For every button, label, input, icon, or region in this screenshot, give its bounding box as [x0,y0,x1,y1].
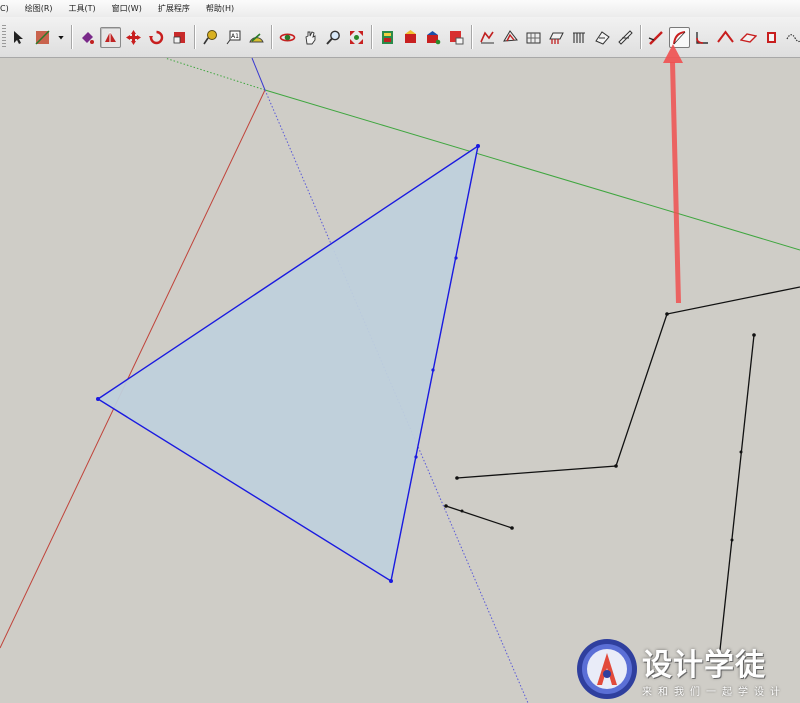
brand-watermark: 设计学徒 来和我们一起学设计 [575,637,797,701]
blue-axis [251,57,266,91]
edge-endpoint[interactable] [510,526,514,530]
edge-midpoint-marker [739,450,743,454]
edge-endpoint[interactable] [614,464,618,468]
edge-endpoint[interactable] [455,476,459,480]
edge-endpoint[interactable] [752,333,756,337]
green-axis [264,89,800,251]
edge-short[interactable] [445,505,513,529]
edge-endpoint[interactable] [665,312,669,316]
edge-midpoint-marker [454,256,458,260]
triangle-face[interactable] [96,144,480,583]
annotation-arrow [663,44,683,303]
brand-logo-icon [577,639,637,699]
triangle-vertex[interactable] [96,397,100,401]
sketchup-window: C) 绘图(R) 工具(T) 窗口(W) 扩展程序 帮助(H) A1 设计学徒 … [0,0,800,703]
triangle-vertex[interactable] [476,144,480,148]
edge-midpoint-marker [460,509,464,513]
edge-midpoint-marker [730,538,734,542]
edge-vertical[interactable] [719,334,755,651]
green-axis-hidden [164,57,266,91]
brand-slogan: 来和我们一起学设计 [642,687,786,698]
scene-canvas [0,44,800,703]
edge-midpoint-marker [414,455,418,459]
triangle-vertex[interactable] [389,579,393,583]
brand-name: 设计学徒 [642,648,766,683]
edge-endpoint[interactable] [444,504,448,508]
edge-midpoint-marker [431,368,435,372]
